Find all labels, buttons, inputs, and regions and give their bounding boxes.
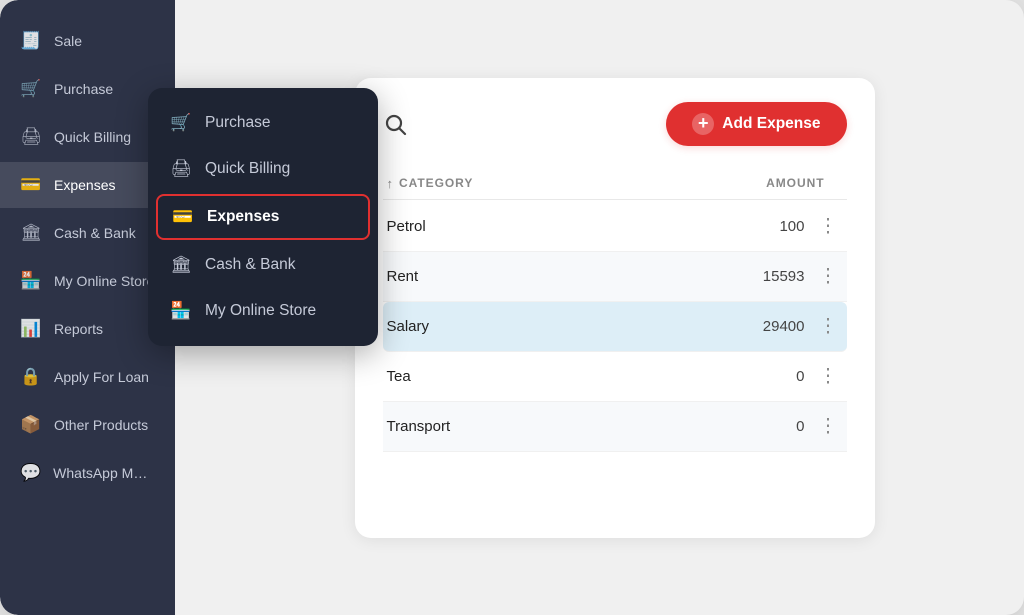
row-menu-button[interactable]: ⋮ <box>815 315 843 338</box>
sidebar-item-label: Expenses <box>54 177 115 193</box>
row-amount: 100 <box>755 218 805 235</box>
dropdown-my-online-store-icon: 🏪 <box>170 301 192 321</box>
row-right: 29400 ⋮ <box>755 315 843 338</box>
dropdown-expenses-icon: 💳 <box>172 207 194 227</box>
panel-header: + Add Expense <box>383 102 847 146</box>
row-category: Rent <box>387 268 419 285</box>
row-right: 100 ⋮ <box>755 215 843 238</box>
dropdown-menu: 🛒 Purchase 🖨 Quick Billing 💳 Expenses 🏛 … <box>148 88 378 346</box>
row-menu-button[interactable]: ⋮ <box>815 415 843 438</box>
table-header: ↑ CATEGORY AMOUNT <box>383 168 847 200</box>
row-right: 0 ⋮ <box>755 365 843 388</box>
dropdown-item-purchase[interactable]: 🛒 Purchase <box>148 100 378 146</box>
dropdown-item-my-online-store[interactable]: 🏪 My Online Store <box>148 288 378 334</box>
row-right: 15593 ⋮ <box>755 265 843 288</box>
sidebar-item-whatsapp-marketing[interactable]: 💬 WhatsApp Marketing <box>0 450 175 496</box>
other-products-icon: 📦 <box>20 415 42 435</box>
search-icon <box>383 112 407 136</box>
row-amount: 29400 <box>755 318 805 335</box>
dropdown-item-label: Quick Billing <box>205 160 290 178</box>
quick-billing-icon: 🖨 <box>20 127 42 147</box>
loan-icon: 🔒 <box>20 367 42 387</box>
dropdown-item-label: My Online Store <box>205 302 316 320</box>
row-menu-button[interactable]: ⋮ <box>815 365 843 388</box>
sidebar-item-label: Apply For Loan <box>54 369 149 385</box>
row-category: Petrol <box>387 218 426 235</box>
dropdown-item-quick-billing[interactable]: 🖨 Quick Billing <box>148 146 378 192</box>
sidebar-item-label: Other Products <box>54 417 148 433</box>
table-row: Rent 15593 ⋮ <box>383 252 847 302</box>
sidebar-item-sale[interactable]: 🧾 Sale <box>0 18 175 64</box>
row-category: Salary <box>387 318 430 335</box>
sale-icon: 🧾 <box>20 31 42 51</box>
sidebar-item-other-products[interactable]: 📦 Other Products <box>0 402 175 448</box>
row-category: Transport <box>387 418 451 435</box>
sidebar-item-apply-for-loan[interactable]: 🔒 Apply For Loan <box>0 354 175 400</box>
row-menu-button[interactable]: ⋮ <box>815 215 843 238</box>
dropdown-cash-bank-icon: 🏛 <box>170 255 192 275</box>
row-right: 0 ⋮ <box>755 415 843 438</box>
column-header-amount: AMOUNT <box>766 176 824 191</box>
row-amount: 0 <box>755 368 805 385</box>
dropdown-item-label: Cash & Bank <box>205 256 295 274</box>
expense-panel: + Add Expense ↑ CATEGORY AMOUNT Petrol <box>355 78 875 538</box>
sidebar-item-label: Cash & Bank <box>54 225 136 241</box>
add-expense-label: Add Expense <box>722 115 820 133</box>
row-amount: 15593 <box>755 268 805 285</box>
app-screen: 🧾 Sale 🛒 Purchase 🖨 Quick Billing 💳 Expe… <box>0 0 1024 615</box>
dropdown-item-expenses[interactable]: 💳 Expenses <box>156 194 370 240</box>
purchase-icon: 🛒 <box>20 79 42 99</box>
column-header-category[interactable]: ↑ CATEGORY <box>387 176 474 191</box>
cash-bank-icon: 🏛 <box>20 223 42 243</box>
plus-circle-icon: + <box>692 113 714 135</box>
row-amount: 0 <box>755 418 805 435</box>
search-button[interactable] <box>383 112 407 136</box>
table-row: Petrol 100 ⋮ <box>383 202 847 252</box>
expense-table: Petrol 100 ⋮ Rent 15593 ⋮ Salary <box>383 202 847 452</box>
add-expense-button[interactable]: + Add Expense <box>666 102 846 146</box>
category-column-label: CATEGORY <box>399 176 473 190</box>
table-row: Salary 29400 ⋮ <box>383 302 847 352</box>
row-category: Tea <box>387 368 411 385</box>
table-row: Transport 0 ⋮ <box>383 402 847 452</box>
dropdown-item-cash-bank[interactable]: 🏛 Cash & Bank <box>148 242 378 288</box>
sidebar-item-label: WhatsApp Marketing <box>53 465 155 481</box>
my-online-store-icon: 🏪 <box>20 271 42 291</box>
sidebar-item-label: Sale <box>54 33 82 49</box>
sidebar-item-label: Purchase <box>54 81 113 97</box>
expenses-icon: 💳 <box>20 175 42 195</box>
table-row: Tea 0 ⋮ <box>383 352 847 402</box>
sidebar-item-label: Quick Billing <box>54 129 131 145</box>
dropdown-item-label: Expenses <box>207 208 279 226</box>
reports-icon: 📊 <box>20 319 42 339</box>
sort-arrow-icon: ↑ <box>387 176 394 191</box>
dropdown-purchase-icon: 🛒 <box>170 113 192 133</box>
sidebar-item-label: My Online Store <box>54 273 154 289</box>
dropdown-quick-billing-icon: 🖨 <box>170 159 192 179</box>
whatsapp-icon: 💬 <box>20 463 41 483</box>
sidebar-item-label: Reports <box>54 321 103 337</box>
row-menu-button[interactable]: ⋮ <box>815 265 843 288</box>
dropdown-item-label: Purchase <box>205 114 270 132</box>
